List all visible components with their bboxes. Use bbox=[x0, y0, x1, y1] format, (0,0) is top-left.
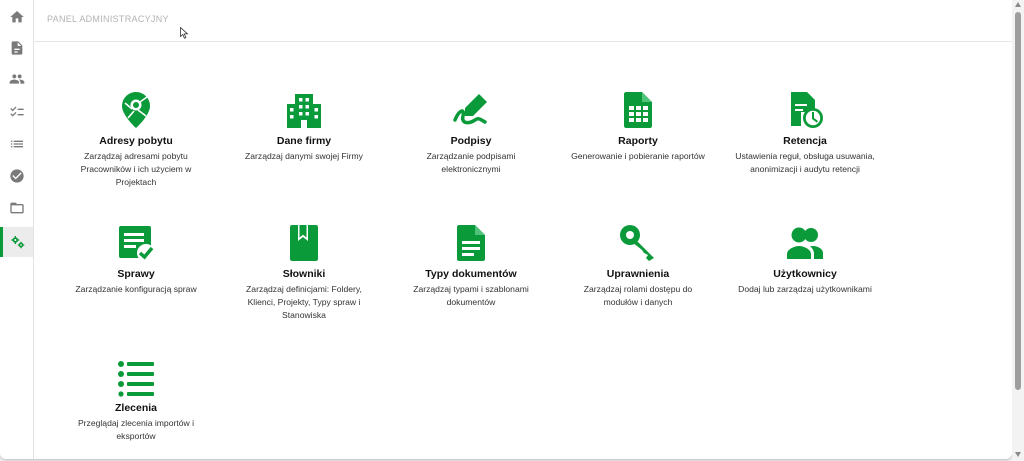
scrollbar-thumb[interactable] bbox=[1015, 12, 1021, 390]
tile-description: Przeglądaj zlecenia importów i eksportów bbox=[77, 418, 195, 441]
tile-zlecenia[interactable]: Zlecenia Przeglądaj zlecenia importów i … bbox=[61, 357, 211, 443]
vertical-scrollbar[interactable] bbox=[1012, 0, 1024, 461]
tile-description: Generowanie i pobieranie raportów bbox=[571, 151, 705, 161]
scroll-up-arrow-icon[interactable] bbox=[1015, 2, 1021, 7]
sidebar-item-list[interactable] bbox=[0, 129, 33, 159]
tile-description: Zarządzanie podpisami elektronicznymi bbox=[426, 151, 516, 174]
tile-uzytkownicy[interactable]: Użytkownicy Dodaj lub zarządzaj użytkown… bbox=[730, 223, 880, 296]
sidebar bbox=[0, 0, 34, 459]
tile-sprawy[interactable]: Sprawy Zarządzanie konfiguracją spraw bbox=[61, 223, 211, 296]
tile-description: Zarządzanie konfiguracją spraw bbox=[75, 284, 197, 294]
sidebar-item-approvals[interactable] bbox=[0, 161, 33, 191]
sidebar-item-folders[interactable] bbox=[0, 193, 33, 223]
sidebar-item-admin-settings[interactable] bbox=[0, 227, 33, 257]
tile-adresy-pobytu[interactable]: Adresy pobytu Zarządzaj adresami pobytu … bbox=[61, 90, 211, 189]
tile-dane-firmy[interactable]: Dane firmy Zarządzaj danymi swojej Firmy bbox=[229, 90, 379, 163]
tile-title: Typy dokumentów bbox=[425, 268, 517, 280]
tile-description: Zarządzaj adresami pobytu Pracowników i … bbox=[80, 151, 192, 187]
tile-description: Dodaj lub zarządzaj użytkownikami bbox=[738, 284, 872, 294]
tile-title: Retencja bbox=[783, 135, 827, 147]
tile-title: Słowniki bbox=[282, 268, 326, 280]
page-title: PANEL ADMINISTRACYJNY bbox=[47, 14, 169, 24]
case-check-icon bbox=[116, 223, 156, 263]
users-icon bbox=[785, 223, 825, 263]
map-pin-icon bbox=[116, 90, 156, 130]
folder-open-icon bbox=[9, 202, 24, 214]
check-circle-icon bbox=[9, 169, 24, 183]
mouse-cursor-icon bbox=[180, 27, 189, 39]
tile-title: Adresy pobytu bbox=[99, 135, 173, 147]
tile-description: Ustawienia reguł, obsługa usuwania, anon… bbox=[735, 151, 875, 174]
document-clock-icon bbox=[785, 90, 825, 130]
tile-title: Dane firmy bbox=[276, 135, 332, 147]
bullet-list-icon bbox=[116, 357, 156, 397]
tile-slowniki[interactable]: Słowniki Zarządzaj definicjami: Foldery,… bbox=[229, 223, 379, 322]
tile-retencja[interactable]: Retencja Ustawienia reguł, obsługa usuwa… bbox=[730, 90, 880, 176]
sidebar-item-home[interactable] bbox=[0, 2, 33, 32]
tile-title: Zlecenia bbox=[114, 402, 158, 414]
tile-uprawnienia[interactable]: Uprawnienia Zarządzaj rolami dostępu do … bbox=[563, 223, 713, 309]
key-icon bbox=[618, 223, 658, 263]
list-icon bbox=[10, 140, 23, 148]
document-text-icon bbox=[451, 223, 491, 263]
tile-description: Zarządzaj rolami dostępu do modułów i da… bbox=[583, 284, 693, 307]
people-icon bbox=[9, 74, 24, 84]
tile-title: Raporty bbox=[618, 135, 658, 147]
home-icon bbox=[9, 11, 24, 23]
tile-raporty[interactable]: Raporty Generowanie i pobieranie raportó… bbox=[563, 90, 713, 163]
tile-description: Zarządzaj typami i szablonami dokumentów bbox=[413, 284, 529, 307]
signature-icon bbox=[451, 90, 491, 130]
settings-gears-icon bbox=[11, 236, 25, 249]
tile-title: Sprawy bbox=[117, 268, 155, 280]
sidebar-item-documents[interactable] bbox=[0, 33, 33, 63]
bookmark-book-icon bbox=[284, 223, 324, 263]
scroll-down-arrow-icon[interactable] bbox=[1015, 452, 1021, 457]
spreadsheet-icon bbox=[618, 90, 658, 130]
sidebar-item-tasks[interactable] bbox=[0, 97, 33, 127]
sidebar-item-people[interactable] bbox=[0, 64, 33, 94]
document-icon bbox=[11, 41, 22, 55]
tile-description: Zarządzaj danymi swojej Firmy bbox=[245, 151, 363, 161]
building-icon bbox=[284, 90, 324, 130]
checklist-icon bbox=[9, 106, 24, 117]
tile-title: Podpisy bbox=[450, 135, 492, 147]
tile-podpisy[interactable]: Podpisy Zarządzanie podpisami elektronic… bbox=[396, 90, 546, 176]
tile-typy-dokumentow[interactable]: Typy dokumentów Zarządzaj typami i szabl… bbox=[396, 223, 546, 309]
tile-title: Uprawnienia bbox=[606, 268, 670, 280]
tile-description: Zarządzaj definicjami: Foldery, Klienci,… bbox=[246, 284, 362, 320]
tile-title: Użytkownicy bbox=[773, 268, 837, 280]
app-window: PANEL ADMINISTRACYJNY Adresy pobytu Zarz… bbox=[0, 0, 1012, 459]
